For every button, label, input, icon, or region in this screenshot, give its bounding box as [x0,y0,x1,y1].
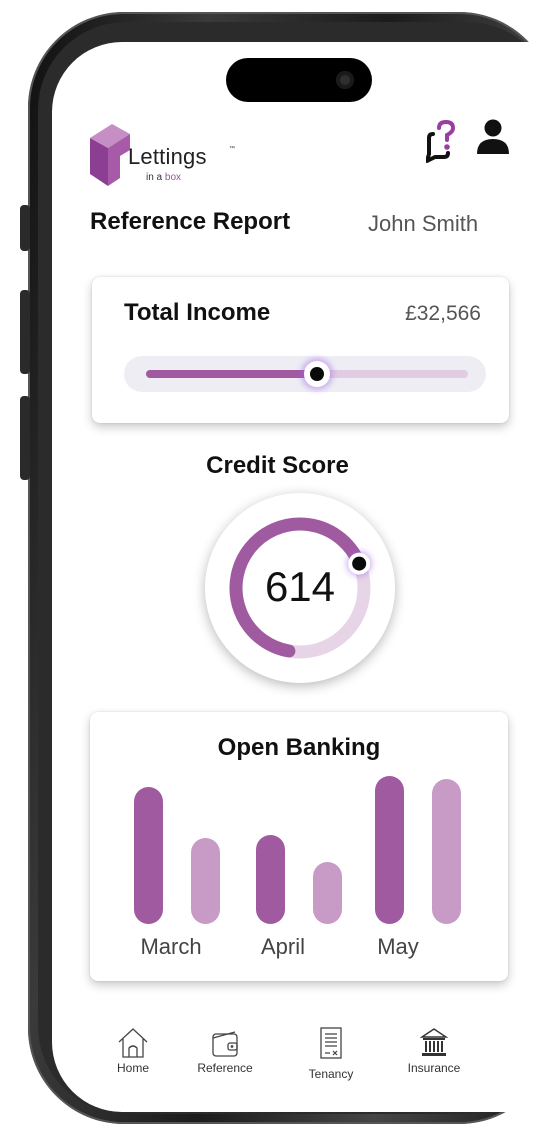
credit-score-value: 614 [264,563,336,610]
bar-march-1 [134,787,163,924]
nav-item-tenancy[interactable]: Tenancy [300,1026,362,1081]
front-camera [336,71,354,89]
income-slider[interactable] [124,356,486,392]
open-banking-title: Open Banking [217,734,381,761]
bar-april-2 [313,862,342,924]
nav-label-tenancy: Tenancy [308,1067,354,1081]
page-title: Reference Report [90,208,291,235]
nav-label-home: Home [116,1061,149,1075]
wallet-icon [212,1031,238,1057]
logo-tagline-highlight: box [164,172,182,183]
dynamic-island [226,58,372,102]
chat-question-icon [425,119,456,163]
user-icon [477,119,509,154]
tenant-name: John Smith [368,211,479,236]
income-slider-fill [146,370,317,378]
bank-icon [419,1028,449,1056]
logo-tagline: in a box [146,172,181,183]
credit-score-label: Credit Score [206,452,349,479]
total-income-label: Total Income [124,299,271,326]
income-slider-thumb[interactable] [303,361,330,387]
bar-march-2 [191,837,220,924]
total-income-card: Total Income £32,566 [92,277,509,423]
mute-switch [20,205,30,251]
nav-item-reference[interactable]: Reference [188,1026,262,1075]
month-label-april: April [260,934,305,959]
logo-wordmark: Lettings [128,144,207,169]
bar-may-2 [432,778,461,924]
open-banking-card: Open Banking March April May [90,712,508,981]
volume-up-button [20,290,30,374]
month-label-may: May [377,934,419,959]
help-button[interactable] [425,119,466,164]
month-label-march: March [140,934,202,959]
nav-item-insurance[interactable]: Insurance [398,1026,470,1075]
nav-label-insurance: Insurance [407,1061,461,1075]
contract-icon [320,1027,342,1059]
bar-april-1 [256,834,285,924]
credit-score-gauge: 614 [205,493,395,683]
logo-tagline-prefix: in a [146,172,165,183]
logo-trademark: ™ [229,146,235,152]
home-icon [118,1028,148,1058]
app-logo[interactable]: Lettings ™ in a box [90,124,240,190]
logo-cube-icon [90,124,130,186]
bar-may-1 [375,776,404,924]
profile-button[interactable] [475,118,511,156]
income-slider-rail [146,361,468,387]
nav-item-home[interactable]: Home [106,1026,160,1075]
nav-label-reference: Reference [197,1061,253,1075]
total-income-value: £32,566 [405,302,481,325]
